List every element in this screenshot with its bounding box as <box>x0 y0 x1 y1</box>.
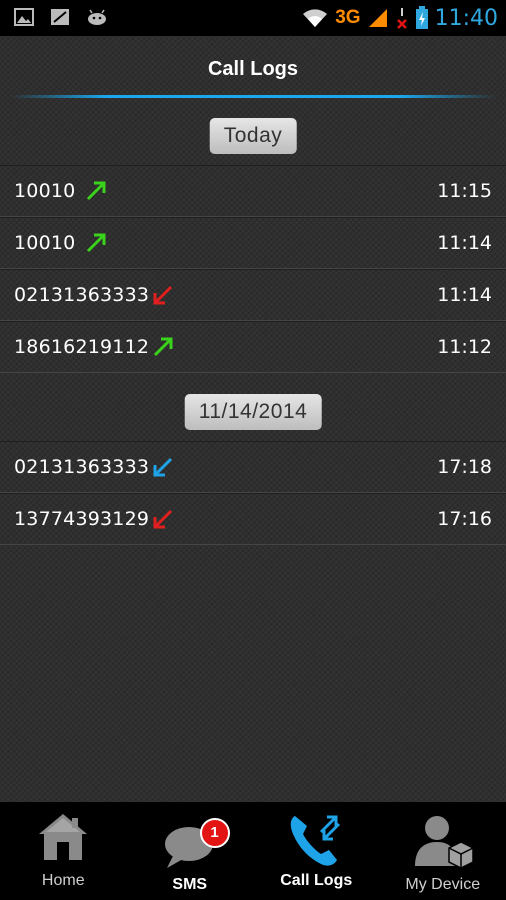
call-time: 17:18 <box>437 456 492 478</box>
image-icon <box>14 8 34 26</box>
call-time: 11:12 <box>437 336 492 358</box>
clock: 11:40 <box>434 5 498 31</box>
tab-call-logs-label: Call Logs <box>280 872 353 889</box>
missed-call-icon <box>153 509 173 529</box>
call-time: 17:16 <box>437 508 492 530</box>
title-divider <box>10 95 496 98</box>
outgoing-call-icon <box>86 233 106 253</box>
call-number: 10010 <box>14 232 76 254</box>
call-number: 13774393129 <box>14 508 150 530</box>
call-number: 02131363333 <box>14 284 150 306</box>
tab-home-label: Home <box>41 872 85 889</box>
no-sim-icon <box>396 8 407 29</box>
status-bar: 3G 11:40 <box>0 0 506 36</box>
call-number: 02131363333 <box>14 456 150 478</box>
call-log-row[interactable]: 10010 11:14 <box>0 217 506 269</box>
network-type: 3G <box>335 7 361 28</box>
outgoing-call-icon <box>153 337 173 357</box>
sms-unread-badge: 1 <box>199 818 230 848</box>
call-time: 11:14 <box>437 284 492 306</box>
call-log-row[interactable]: 02131363333 17:18 <box>0 441 506 493</box>
date-header-today: Today <box>209 118 297 154</box>
tab-my-device-label: My Device <box>405 876 481 893</box>
tab-sms[interactable]: 1 SMS <box>127 802 254 900</box>
outgoing-call-icon <box>86 181 106 201</box>
user-device-icon <box>414 816 474 869</box>
home-icon <box>39 814 88 860</box>
tab-sms-label: SMS <box>172 876 208 893</box>
battery-icon <box>415 6 428 29</box>
android-icon <box>88 9 106 25</box>
call-time: 11:15 <box>437 180 492 202</box>
tab-home[interactable]: Home <box>0 802 127 900</box>
tab-call-logs[interactable]: Call Logs <box>253 802 380 900</box>
bottom-navigation: Home 1 SMS Call Logs My Device <box>0 802 506 900</box>
date-header: 11/14/2014 <box>184 394 322 430</box>
call-number: 10010 <box>14 180 76 202</box>
call-time: 11:14 <box>437 232 492 254</box>
no-signal-icon <box>51 9 69 25</box>
signal-icon <box>368 9 387 27</box>
incoming-call-icon <box>153 457 173 477</box>
wifi-icon <box>303 9 328 27</box>
call-log-row[interactable]: 10010 11:15 <box>0 165 506 217</box>
call-log-row[interactable]: 02131363333 11:14 <box>0 269 506 321</box>
call-number: 18616219112 <box>14 336 150 358</box>
page-title: Call Logs <box>207 58 298 80</box>
tab-my-device[interactable]: My Device <box>380 802 506 900</box>
call-log-row[interactable]: 18616219112 11:12 <box>0 321 506 373</box>
missed-call-icon <box>153 285 173 305</box>
call-log-row[interactable]: 13774393129 17:16 <box>0 493 506 545</box>
phone-calls-icon <box>291 815 341 866</box>
app-header: Call Logs <box>0 36 506 98</box>
